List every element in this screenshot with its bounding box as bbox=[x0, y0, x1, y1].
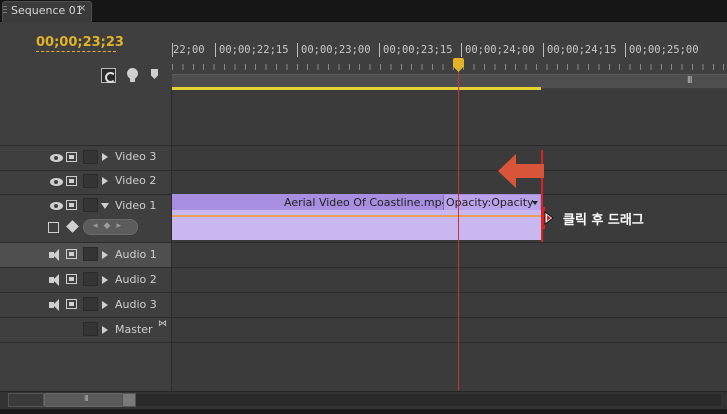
ruler-minor-ticks bbox=[172, 64, 727, 70]
track-label: Video 2 bbox=[115, 174, 157, 187]
eye-icon[interactable] bbox=[50, 178, 63, 186]
expand-triangle-icon[interactable] bbox=[102, 301, 108, 309]
track-lane-audio2[interactable] bbox=[172, 268, 727, 292]
track-header bbox=[0, 343, 172, 391]
track-label: Audio 1 bbox=[115, 248, 157, 261]
speaker-icon[interactable] bbox=[49, 249, 62, 261]
expand-triangle-icon[interactable] bbox=[102, 177, 108, 185]
track-header-video3: Video 3 bbox=[0, 146, 172, 170]
scrollbar-thumb-end[interactable] bbox=[122, 393, 136, 407]
track-lane-video3[interactable] bbox=[172, 146, 727, 170]
show-keyframes-icon[interactable] bbox=[48, 222, 59, 233]
track-label: Audio 2 bbox=[115, 273, 157, 286]
ruler-label: 00;00;24;15 bbox=[547, 44, 617, 56]
snap-icon[interactable] bbox=[101, 68, 116, 83]
track-row-master: Master ⋈ bbox=[0, 318, 727, 343]
scrollbar-track[interactable] bbox=[136, 394, 721, 406]
track-header-audio2: Audio 2 bbox=[0, 268, 172, 292]
film-icon[interactable] bbox=[66, 299, 77, 309]
track-row-audio3: Audio 3 bbox=[0, 293, 727, 318]
track-row-spacer bbox=[0, 90, 727, 146]
track-header bbox=[0, 90, 172, 145]
chevron-down-icon[interactable] bbox=[532, 201, 538, 205]
opacity-rubberband[interactable] bbox=[172, 215, 543, 217]
film-icon[interactable] bbox=[66, 274, 77, 284]
ruler-label: 00;00;25;00 bbox=[629, 44, 699, 56]
close-icon[interactable]: × bbox=[78, 3, 86, 14]
lock-toggle[interactable] bbox=[83, 174, 98, 188]
ruler-label: 00;00;23;15 bbox=[383, 44, 453, 56]
expand-triangle-icon[interactable] bbox=[102, 276, 108, 284]
scroll-left-button[interactable] bbox=[8, 393, 44, 407]
ruler-major-tick bbox=[543, 43, 544, 57]
track-lane-audio1[interactable] bbox=[172, 243, 727, 267]
track-label: Video 3 bbox=[115, 150, 157, 163]
track-row-audio2: Audio 2 bbox=[0, 268, 727, 293]
track-lane-audio3[interactable] bbox=[172, 293, 727, 317]
track-header-video2: Video 2 bbox=[0, 171, 172, 194]
film-icon[interactable] bbox=[66, 249, 77, 259]
marker-icon[interactable] bbox=[127, 68, 138, 82]
scrollbar-grip: lll bbox=[84, 394, 89, 403]
track-label: Master bbox=[115, 323, 153, 336]
work-area-grip[interactable]: lll bbox=[687, 76, 692, 86]
playhead-line bbox=[458, 70, 459, 392]
annotation-text: 클릭 후 드래그 bbox=[563, 213, 644, 228]
effect-dropdown-label: Opacity:Opacity bbox=[446, 196, 534, 209]
clip-name: Aerial Video Of Coastline.mp4 bbox=[284, 196, 449, 209]
film-icon[interactable] bbox=[66, 200, 77, 210]
speaker-icon[interactable] bbox=[49, 299, 62, 311]
track-header-audio3: Audio 3 bbox=[0, 293, 172, 317]
track-row-empty bbox=[0, 343, 727, 391]
film-icon[interactable] bbox=[66, 152, 77, 162]
track-lane-master[interactable] bbox=[172, 318, 727, 342]
track-lane bbox=[172, 343, 727, 391]
track-row-video3: Video 3 bbox=[0, 146, 727, 171]
track-header-audio1: Audio 1 bbox=[0, 243, 172, 267]
eye-icon[interactable] bbox=[50, 202, 63, 210]
work-area-bar[interactable] bbox=[172, 74, 727, 88]
lock-toggle[interactable] bbox=[83, 198, 98, 212]
ruler-label: 00;00;24;00 bbox=[465, 44, 535, 56]
eye-icon[interactable] bbox=[50, 154, 63, 162]
expand-triangle-icon[interactable] bbox=[102, 251, 108, 259]
current-timecode[interactable]: 00;00;23;23 bbox=[36, 35, 124, 50]
timecode-underline bbox=[36, 51, 116, 52]
track-row-audio1: Audio 1 bbox=[0, 243, 727, 268]
tab-bar bbox=[0, 0, 727, 22]
track-row-video2: Video 2 bbox=[0, 171, 727, 195]
tab-grip-icon[interactable] bbox=[3, 6, 7, 15]
tab-label: Sequence 01 bbox=[11, 4, 83, 17]
ruler-major-tick bbox=[297, 43, 298, 57]
track-lane bbox=[172, 90, 727, 145]
track-lane-video2[interactable] bbox=[172, 171, 727, 194]
ruler-major-tick bbox=[625, 43, 626, 57]
film-icon[interactable] bbox=[66, 176, 77, 186]
collapse-triangle-icon[interactable] bbox=[101, 203, 109, 209]
expand-triangle-icon[interactable] bbox=[102, 153, 108, 161]
keyframe-navigator-arrows: ◂◆▸ bbox=[93, 221, 127, 231]
trim-cursor-icon bbox=[541, 207, 554, 229]
lock-toggle[interactable] bbox=[83, 150, 98, 164]
ruler-label: 22;00 bbox=[173, 44, 205, 56]
master-icon: ⋈ bbox=[158, 319, 167, 329]
track-label: Video 1 bbox=[115, 199, 157, 212]
track-header-master: Master ⋈ bbox=[0, 318, 172, 342]
track-header-video1: Video 1 bbox=[0, 195, 172, 242]
ruler-major-tick bbox=[461, 43, 462, 57]
lock-toggle[interactable] bbox=[83, 322, 98, 336]
ruler-major-tick bbox=[215, 43, 216, 57]
ruler-label: 00;00;22;15 bbox=[219, 44, 289, 56]
expand-triangle-icon[interactable] bbox=[102, 326, 108, 334]
ruler-major-tick bbox=[379, 43, 380, 57]
lock-toggle[interactable] bbox=[83, 272, 98, 286]
speaker-icon[interactable] bbox=[49, 274, 62, 286]
lock-toggle[interactable] bbox=[83, 247, 98, 261]
ruler-label: 00;00;23;00 bbox=[301, 44, 371, 56]
track-label: Audio 3 bbox=[115, 298, 157, 311]
left-arrow-icon bbox=[498, 154, 544, 188]
bottom-strip bbox=[0, 409, 727, 414]
lock-toggle[interactable] bbox=[83, 297, 98, 311]
